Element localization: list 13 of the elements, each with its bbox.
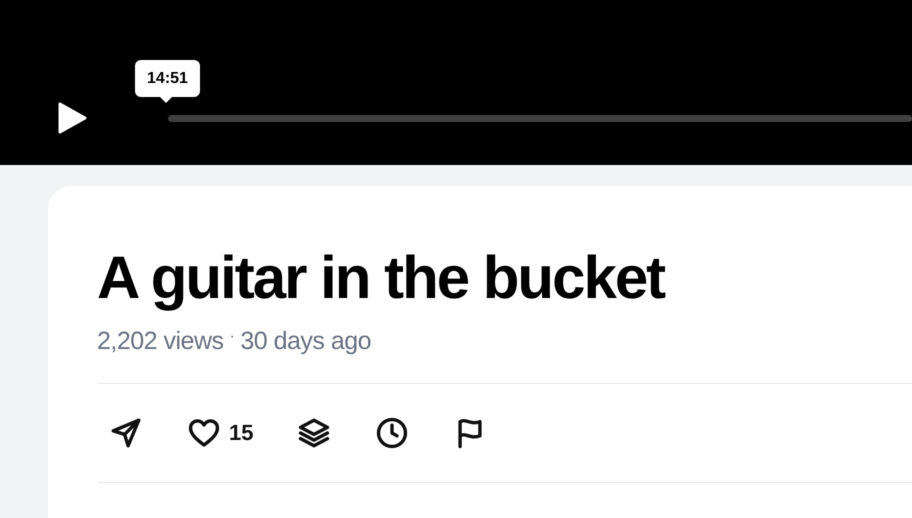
- send-icon: [109, 416, 143, 450]
- tooltip-pointer-icon: [159, 96, 173, 103]
- time-tooltip: 14:51: [135, 60, 200, 97]
- layers-icon: [297, 416, 332, 450]
- like-button[interactable]: 15: [187, 412, 254, 452]
- video-title: A guitar in the bucket: [97, 243, 666, 313]
- progress-track[interactable]: [168, 115, 912, 122]
- clock-icon: [375, 416, 410, 450]
- upload-age: 30 days ago: [240, 326, 372, 357]
- view-count: 2,202 views: [97, 326, 224, 357]
- play-icon: [57, 102, 87, 134]
- play-button[interactable]: [56, 101, 88, 135]
- separator-dot: ·: [230, 326, 234, 347]
